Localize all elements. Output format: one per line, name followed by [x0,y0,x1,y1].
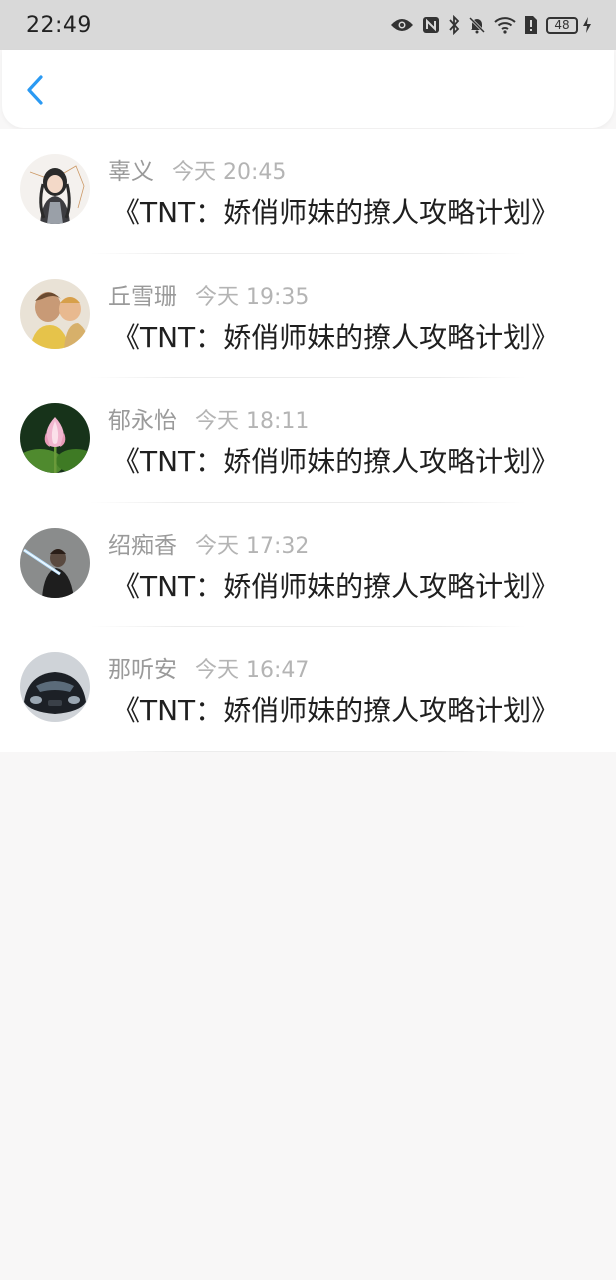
item-title[interactable]: 《TNT：娇俏师妹的撩人攻略计划》 [112,316,559,356]
status-time: 22:49 [26,12,92,38]
mute-bell-icon [468,16,486,34]
anime-girl-avatar[interactable] [20,154,90,224]
username: 辜义 [108,159,154,185]
timestamp: 今天 19:35 [195,284,310,310]
item-meta: 那听安 今天 16:47 [108,650,309,684]
battery-indicator: 48 [546,16,592,34]
list-item[interactable]: 丘雪珊 今天 19:35 《TNT：娇俏师妹的撩人攻略计划》 [0,254,616,379]
username: 那听安 [108,657,177,684]
username: 丘雪珊 [108,283,177,310]
nav-bar [2,50,614,128]
charging-icon [583,17,591,33]
item-meta: 绍痴香 今天 17:32 [108,526,309,560]
sim-alert-icon [525,16,537,34]
item-title[interactable]: 《TNT：娇俏师妹的撩人攻略计划》 [112,565,559,605]
status-icons: 48 [390,15,592,35]
message-list: 辜义 今天 20:45 《TNT：娇俏师妹的撩人攻略计划》 丘雪珊 今天 19:… [0,129,616,752]
bluetooth-icon [449,15,460,35]
lotus-avatar[interactable] [20,403,90,474]
username: 郁永怡 [108,408,177,435]
list-item[interactable]: 辜义 今天 20:45 《TNT：娇俏师妹的撩人攻略计划》 [0,129,616,254]
list-item[interactable]: 郁永怡 今天 18:11 《TNT：娇俏师妹的撩人攻略计划》 [0,378,616,503]
item-title[interactable]: 《TNT：娇俏师妹的撩人攻略计划》 [112,440,559,480]
timestamp: 今天 18:11 [195,409,310,435]
item-meta: 郁永怡 今天 18:11 [108,401,309,435]
item-title[interactable]: 《TNT：娇俏师妹的撩人攻略计划》 [112,191,559,231]
timestamp: 今天 20:45 [172,160,287,185]
timestamp: 今天 16:47 [195,658,310,684]
chevron-left-icon [27,75,43,105]
divider [90,750,526,752]
sports-car-avatar[interactable] [20,652,90,723]
wifi-icon [494,17,516,34]
battery-icon: 48 [546,16,578,34]
item-meta: 辜义 今天 20:45 [108,152,286,186]
list-item[interactable]: 那听安 今天 16:47 《TNT：娇俏师妹的撩人攻略计划》 [0,627,616,752]
nfc-icon [423,17,439,33]
item-title[interactable]: 《TNT：娇俏师妹的撩人攻略计划》 [112,689,559,729]
item-meta: 丘雪珊 今天 19:35 [108,277,309,311]
eye-icon [391,19,413,31]
username: 绍痴香 [108,532,177,559]
back-button[interactable] [20,72,50,108]
man-with-child-avatar[interactable] [20,278,90,349]
list-item[interactable]: 绍痴香 今天 17:32 《TNT：娇俏师妹的撩人攻略计划》 [0,503,616,628]
status-bar: 22:49 48 [0,0,616,50]
lightsaber-avatar[interactable] [20,527,90,598]
timestamp: 今天 17:32 [195,533,310,559]
